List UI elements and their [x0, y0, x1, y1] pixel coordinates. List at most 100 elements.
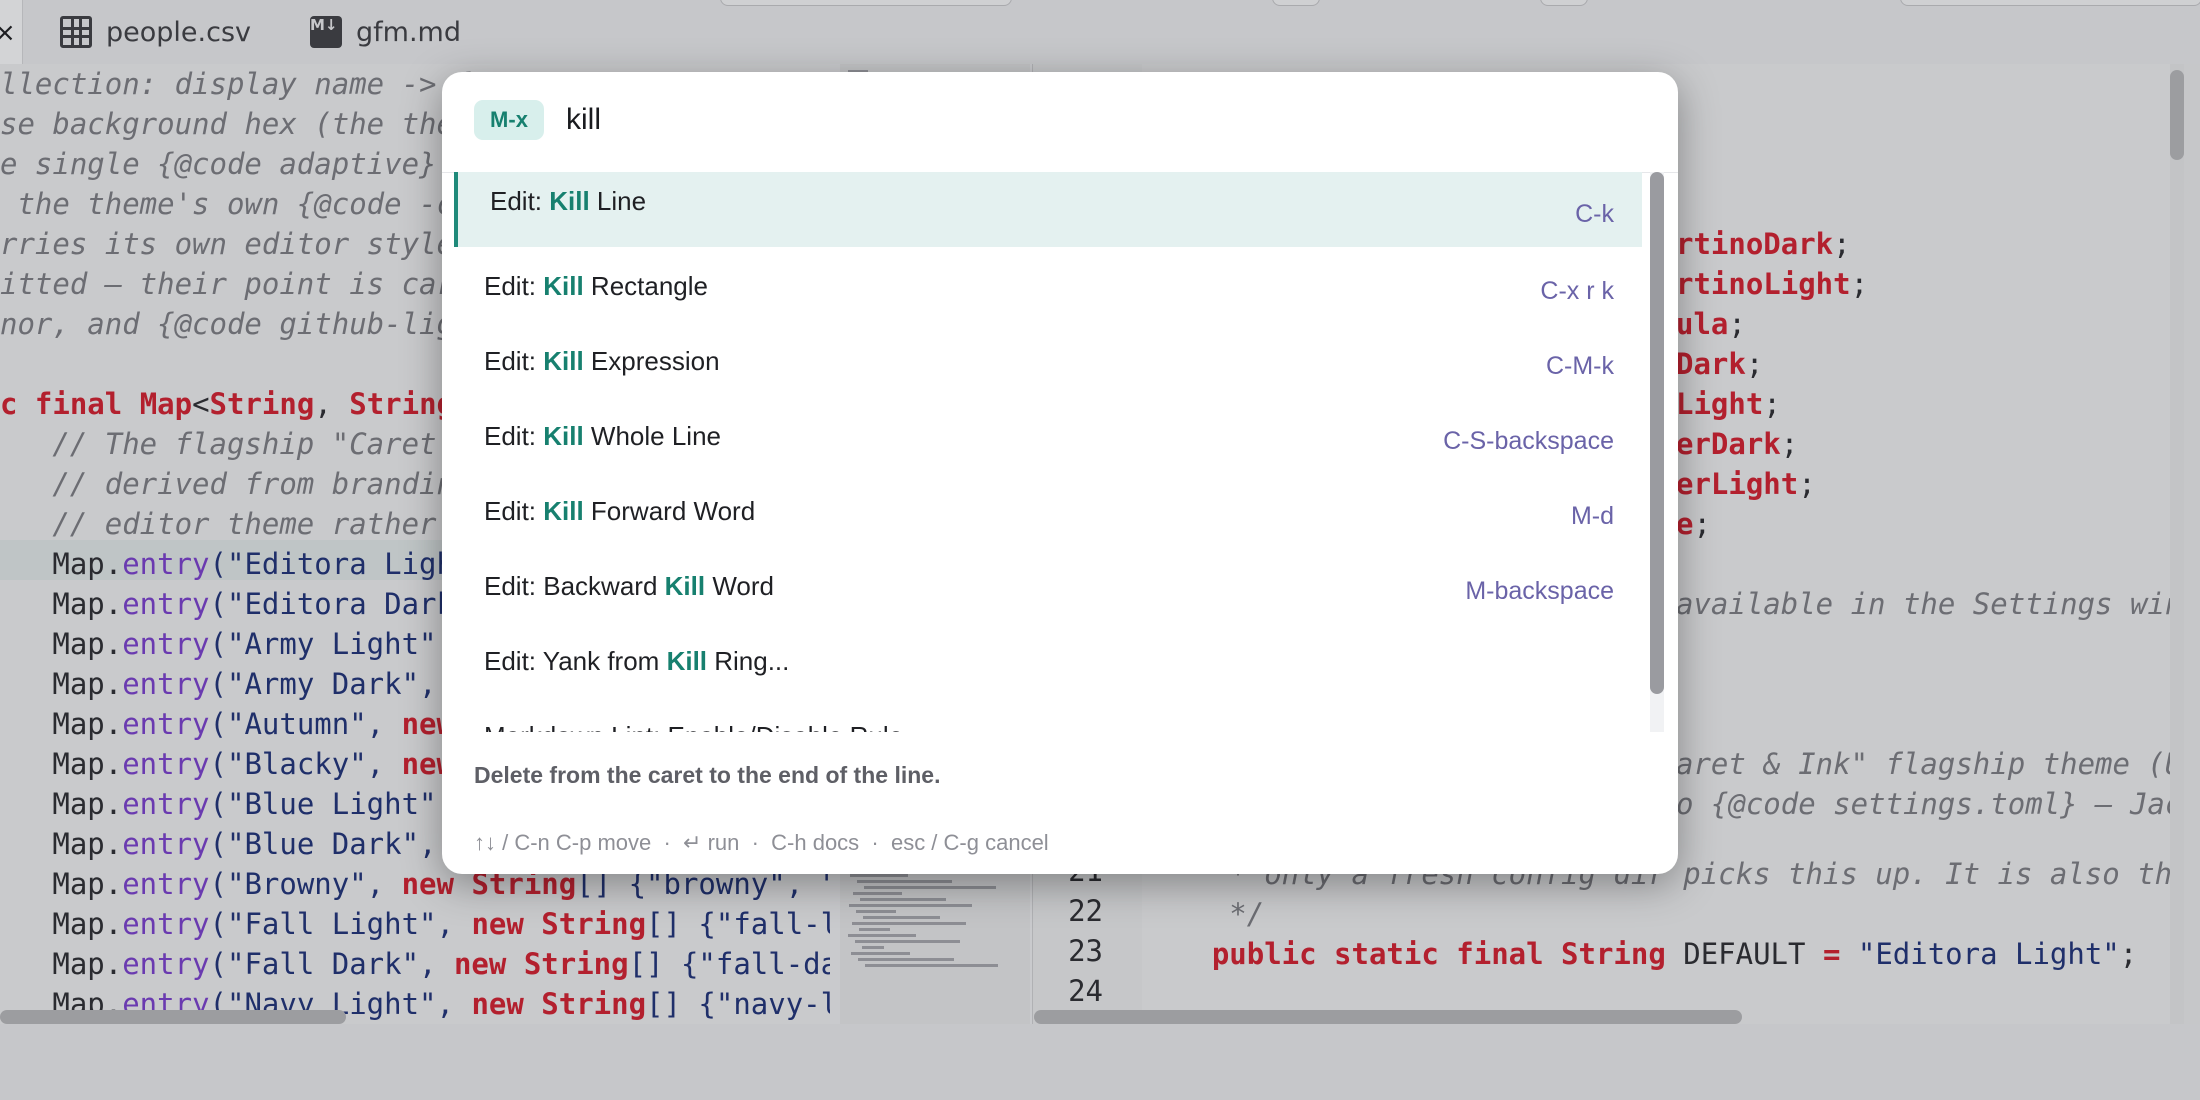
code-token: Map. — [0, 787, 123, 821]
code-token: entry — [122, 787, 210, 821]
code-token: // derived from branding — [0, 467, 472, 501]
command-result[interactable]: Edit: Kill Expression C-M-k — [454, 322, 1642, 397]
code-token: entry — [122, 707, 210, 741]
code-token: Light — [1676, 387, 1764, 421]
code-token: // The flagship "Caret & — [0, 427, 472, 461]
horizontal-scrollbar-right[interactable] — [1034, 1010, 1742, 1024]
code-token: ; — [1833, 227, 1851, 261]
markdown-icon: M↓ — [310, 16, 342, 48]
code-token: o {@code settings.toml} — Jac — [1676, 787, 2172, 821]
code-token: entry — [122, 947, 210, 981]
code-token: ("Blue Light", — [209, 787, 454, 821]
command-search-input[interactable] — [566, 98, 1566, 142]
code-token: available in the Settings win — [1676, 587, 2172, 621]
minimap-line — [852, 922, 966, 925]
line-number: 23 — [1068, 934, 1103, 968]
status-bar — [0, 1024, 2200, 1100]
results-scrollbar-thumb[interactable] — [1650, 172, 1664, 694]
code-token: llection: display name -> { — [0, 67, 472, 101]
code-line: e single {@code adaptive} e — [0, 144, 471, 184]
code-line: Map.entry("Army Light", — [0, 624, 454, 664]
code-token: entry — [122, 667, 210, 701]
code-token: ("Editora Dark' — [209, 587, 472, 621]
match-highlight: Kill — [543, 421, 584, 451]
command-label: Edit: Yank from Kill Ring... — [484, 646, 790, 676]
vertical-scrollbar[interactable] — [2170, 64, 2184, 1024]
code-line: o {@code settings.toml} — Jac — [1676, 784, 2172, 824]
code-token: new — [453, 947, 524, 981]
match-highlight: Kill — [543, 271, 584, 301]
code-token: entry — [122, 827, 210, 861]
code-token: String — [541, 907, 647, 941]
code-token: c final — [0, 387, 140, 421]
tab-bar: × people.csv M↓ gfm.md — [0, 0, 2200, 64]
code-token: [] {"fall-lig — [646, 907, 830, 941]
close-icon[interactable]: × — [0, 18, 16, 48]
code-line: erDark; — [1676, 424, 1798, 464]
code-token: < — [192, 387, 210, 421]
code-line: rtinoLight; — [1676, 264, 1868, 304]
code-token: Dark — [1676, 347, 1746, 381]
minimap-line — [864, 886, 996, 889]
code-token: new — [471, 987, 542, 1021]
match-highlight: Kill — [543, 346, 584, 376]
tab-active-partial[interactable]: × — [0, 0, 23, 64]
code-token: ("Editora Light — [209, 547, 472, 581]
code-token: ("Browny", — [209, 867, 402, 901]
horizontal-scrollbar-left[interactable] — [0, 1010, 346, 1024]
minimap-line — [853, 892, 902, 895]
minimap-line — [855, 940, 960, 943]
command-result[interactable]: Edit: Kill Forward Word M-d — [454, 472, 1642, 547]
code-line: Map.entry("Autumn", new — [0, 704, 454, 744]
code-line: public static final String DEFAULT = "Ed… — [1142, 934, 2137, 974]
match-highlight: Kill — [543, 496, 584, 526]
code-token: rtinoDark — [1676, 227, 1834, 261]
code-token: ("Army Dark", — [209, 667, 454, 701]
tab-gfm-md[interactable]: M↓ gfm.md — [310, 12, 461, 52]
command-result[interactable]: Edit: Yank from Kill Ring... — [454, 622, 1642, 697]
code-token: DEFAULT — [1683, 937, 1823, 971]
keybinding: C-M-k — [1545, 352, 1614, 380]
toolbar-field[interactable] — [720, 0, 1012, 6]
code-token: ula — [1676, 307, 1729, 341]
code-token: erLight — [1676, 467, 1799, 501]
code-token: Map. — [0, 747, 123, 781]
vertical-scrollbar-thumb[interactable] — [2170, 70, 2184, 160]
code-token: rtinoLight — [1676, 267, 1851, 301]
code-token: [] {"navy-lig — [646, 987, 830, 1021]
command-results-list[interactable]: Edit: Kill Line C-k Edit: Kill Rectangle C-… — [454, 172, 1650, 732]
minimap-line — [851, 952, 910, 955]
code-line: // derived from branding — [0, 464, 471, 504]
overview-ruler — [2184, 64, 2200, 1024]
code-token: ; — [1798, 467, 1816, 501]
minimap-line — [859, 928, 890, 931]
command-result[interactable]: Markdown Lint: Enable/Disable Rule — [454, 697, 1642, 732]
code-token: aret & Ink" flagship theme (U — [1676, 747, 2172, 781]
command-result[interactable]: Edit: Kill Whole Line C-S-backspace — [454, 397, 1642, 472]
command-label: Edit: Kill Whole Line — [484, 421, 722, 451]
command-result-selected[interactable]: Edit: Kill Line C-k — [454, 172, 1642, 247]
command-label: Edit: Backward Kill Word — [484, 571, 774, 601]
code-line: Map.entry("Editora Dark' — [0, 584, 471, 624]
code-token: [] {"fall-dark — [628, 947, 830, 981]
keyboard-hints: ↑↓ / C-n C-p move · ↵ run · C-h docs · e… — [474, 830, 1049, 855]
command-label: Markdown Lint: Enable/Disable Rule — [484, 721, 903, 732]
code-token: erDark — [1676, 427, 1781, 461]
code-token: Map. — [0, 947, 123, 981]
code-token: , — [314, 387, 350, 421]
toolbar-field[interactable] — [1900, 0, 2200, 6]
code-line: Map.entry("Fall Light", new String[] {"f… — [0, 904, 830, 944]
code-line: available in the Settings win — [1676, 584, 2172, 624]
code-line: llection: display name -> { — [0, 64, 471, 104]
code-token: "Editora Light" — [1857, 937, 2120, 971]
code-token: String — [541, 987, 647, 1021]
command-result[interactable]: Edit: Backward Kill Word M-backspace — [454, 547, 1642, 622]
command-result[interactable]: Edit: Kill Rectangle C-x r k — [454, 247, 1642, 322]
minimap-line — [849, 904, 972, 907]
palette-search-row: M-x — [442, 72, 1678, 173]
code-token: Map. — [0, 707, 123, 741]
mx-badge: M-x — [474, 100, 544, 140]
code-token: e — [1676, 507, 1694, 541]
line-number: 22 — [1068, 894, 1103, 928]
tab-people-csv[interactable]: people.csv — [60, 12, 251, 52]
